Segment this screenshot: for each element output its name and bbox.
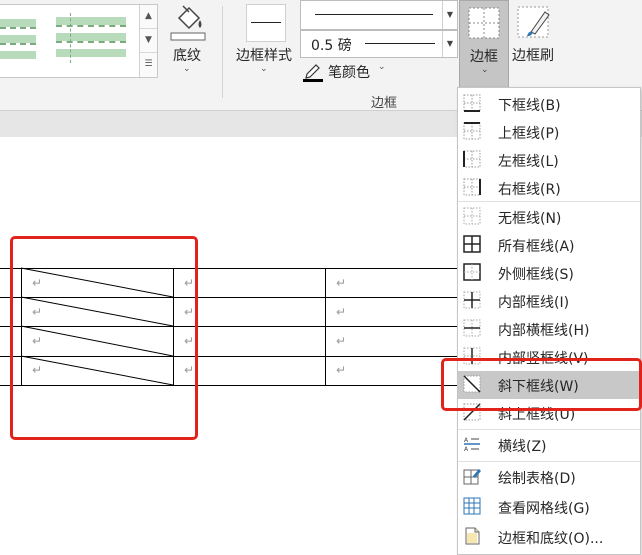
border-painter-button[interactable]: 边框刷 xyxy=(510,0,560,86)
no-border-icon xyxy=(463,207,481,225)
table-style-thumbnail-1[interactable] xyxy=(0,13,50,65)
horizontal-line-icon: AA xyxy=(464,437,480,453)
line-style-dropdown[interactable]: ▼ xyxy=(300,0,458,30)
chevron-down-icon: ⌄ xyxy=(260,64,268,74)
annotation-highlight-box xyxy=(441,358,642,411)
menu-item-horizontal-line[interactable]: AA 横线(Z) xyxy=(458,431,640,459)
menu-item-label: 内部框线(I) xyxy=(498,295,570,311)
menu-item-label: 外侧框线(S) xyxy=(498,267,574,283)
menu-item-label: 右框线(R) xyxy=(498,182,561,198)
gallery-scroll-up-icon[interactable]: ▲ xyxy=(140,5,157,29)
draw-table-icon xyxy=(463,469,481,485)
menu-item-inside-borders[interactable]: 内部框线(I) xyxy=(458,287,640,315)
menu-item-no-border[interactable]: 无框线(N) xyxy=(458,203,640,231)
chevron-down-icon[interactable]: ▼ xyxy=(442,1,457,29)
paragraph-mark: ↵ xyxy=(336,305,347,319)
menu-item-label: 横线(Z) xyxy=(498,439,547,455)
menu-item-label: 无框线(N) xyxy=(498,211,562,227)
gallery-more-icon[interactable]: ☰ xyxy=(140,53,157,76)
shading-button[interactable]: 底纹 ⌄ xyxy=(163,0,213,88)
chevron-down-icon: ⌄ xyxy=(183,64,191,74)
svg-text:A: A xyxy=(464,437,469,444)
menu-item-left-border[interactable]: 左框线(L) xyxy=(458,146,640,174)
menu-item-label: 下框线(B) xyxy=(498,98,561,114)
pen-icon xyxy=(303,64,323,82)
border-style-preview xyxy=(246,4,286,42)
menu-item-outside-borders[interactable]: 外侧框线(S) xyxy=(458,259,640,287)
annotation-highlight-box xyxy=(10,236,198,440)
menu-item-label: 内部横框线(H) xyxy=(498,323,590,339)
line-weight-dropdown[interactable]: 0.5 磅 ▼ xyxy=(300,30,458,58)
view-gridlines-icon xyxy=(463,497,481,515)
right-border-icon xyxy=(463,178,481,196)
bottom-border-icon xyxy=(463,94,481,112)
inside-borders-icon xyxy=(463,291,481,309)
menu-separator xyxy=(458,429,640,430)
pen-color-label: 笔颜色 xyxy=(328,65,370,81)
borders-dropdown-menu: 下框线(B) 上框线(P) 左框线(L) 右框线(R) 无框线(N) 所有框线(… xyxy=(457,87,641,555)
menu-item-bottom-border[interactable]: 下框线(B) xyxy=(458,90,640,118)
menu-item-label: 上框线(P) xyxy=(498,126,560,142)
borders-icon xyxy=(468,7,500,39)
menu-item-label: 所有框线(A) xyxy=(498,239,575,255)
borders-group-label: 边框 xyxy=(371,96,398,111)
borders-shading-icon xyxy=(465,527,480,545)
shading-label: 底纹 xyxy=(173,48,201,64)
line-weight-value: 0.5 磅 xyxy=(311,38,352,54)
menu-item-label: 绘制表格(D) xyxy=(498,471,576,487)
gallery-scroll-down-icon[interactable]: ▼ xyxy=(140,29,157,53)
menu-item-borders-and-shading[interactable]: 边框和底纹(O)... xyxy=(458,523,640,551)
border-painter-label: 边框刷 xyxy=(512,48,554,64)
menu-separator xyxy=(458,461,640,462)
menu-item-inside-horizontal-border[interactable]: 内部横框线(H) xyxy=(458,315,640,343)
all-borders-icon xyxy=(463,235,481,253)
table-styles-gallery[interactable]: ▲ ▼ ☰ xyxy=(0,4,158,78)
paragraph-mark: ↵ xyxy=(336,276,347,290)
borders-label: 边框 xyxy=(470,49,498,65)
inside-horizontal-border-icon xyxy=(463,319,481,337)
paragraph-mark: ↵ xyxy=(336,363,347,377)
border-painter-icon xyxy=(517,6,550,38)
menu-item-all-borders[interactable]: 所有框线(A) xyxy=(458,231,640,259)
paragraph-mark: ↵ xyxy=(336,334,347,348)
border-styles-button[interactable]: 边框样式 ⌄ xyxy=(232,0,298,88)
left-border-icon xyxy=(463,150,481,168)
chevron-down-icon[interactable]: ▼ xyxy=(442,31,457,57)
menu-item-label: 查看网格线(G) xyxy=(498,501,590,517)
menu-item-right-border[interactable]: 右框线(R) xyxy=(458,174,640,202)
paint-bucket-icon xyxy=(170,5,206,41)
ribbon-separator xyxy=(222,6,223,98)
chevron-down-icon: ⌄ xyxy=(378,62,386,72)
border-styles-label: 边框样式 xyxy=(236,48,292,64)
menu-item-view-gridlines[interactable]: 查看网格线(G) xyxy=(458,493,640,521)
menu-separator xyxy=(458,201,640,202)
menu-item-label: 边框和底纹(O)... xyxy=(498,531,604,547)
top-border-icon xyxy=(463,122,481,140)
menu-item-top-border[interactable]: 上框线(P) xyxy=(458,118,640,146)
table-style-thumbnail-2[interactable] xyxy=(56,13,128,65)
menu-item-draw-table[interactable]: 绘制表格(D) xyxy=(458,463,640,491)
borders-button[interactable]: 边框 ⌄ xyxy=(459,0,509,88)
table-border xyxy=(325,268,326,386)
chevron-down-icon: ⌄ xyxy=(481,65,489,75)
pen-color-button[interactable]: 笔颜色 ⌄ xyxy=(302,60,392,84)
outside-borders-icon xyxy=(463,263,481,281)
svg-text:A: A xyxy=(464,446,469,453)
gallery-scrollbar[interactable]: ▲ ▼ ☰ xyxy=(139,5,157,77)
menu-item-label: 左框线(L) xyxy=(498,154,559,170)
